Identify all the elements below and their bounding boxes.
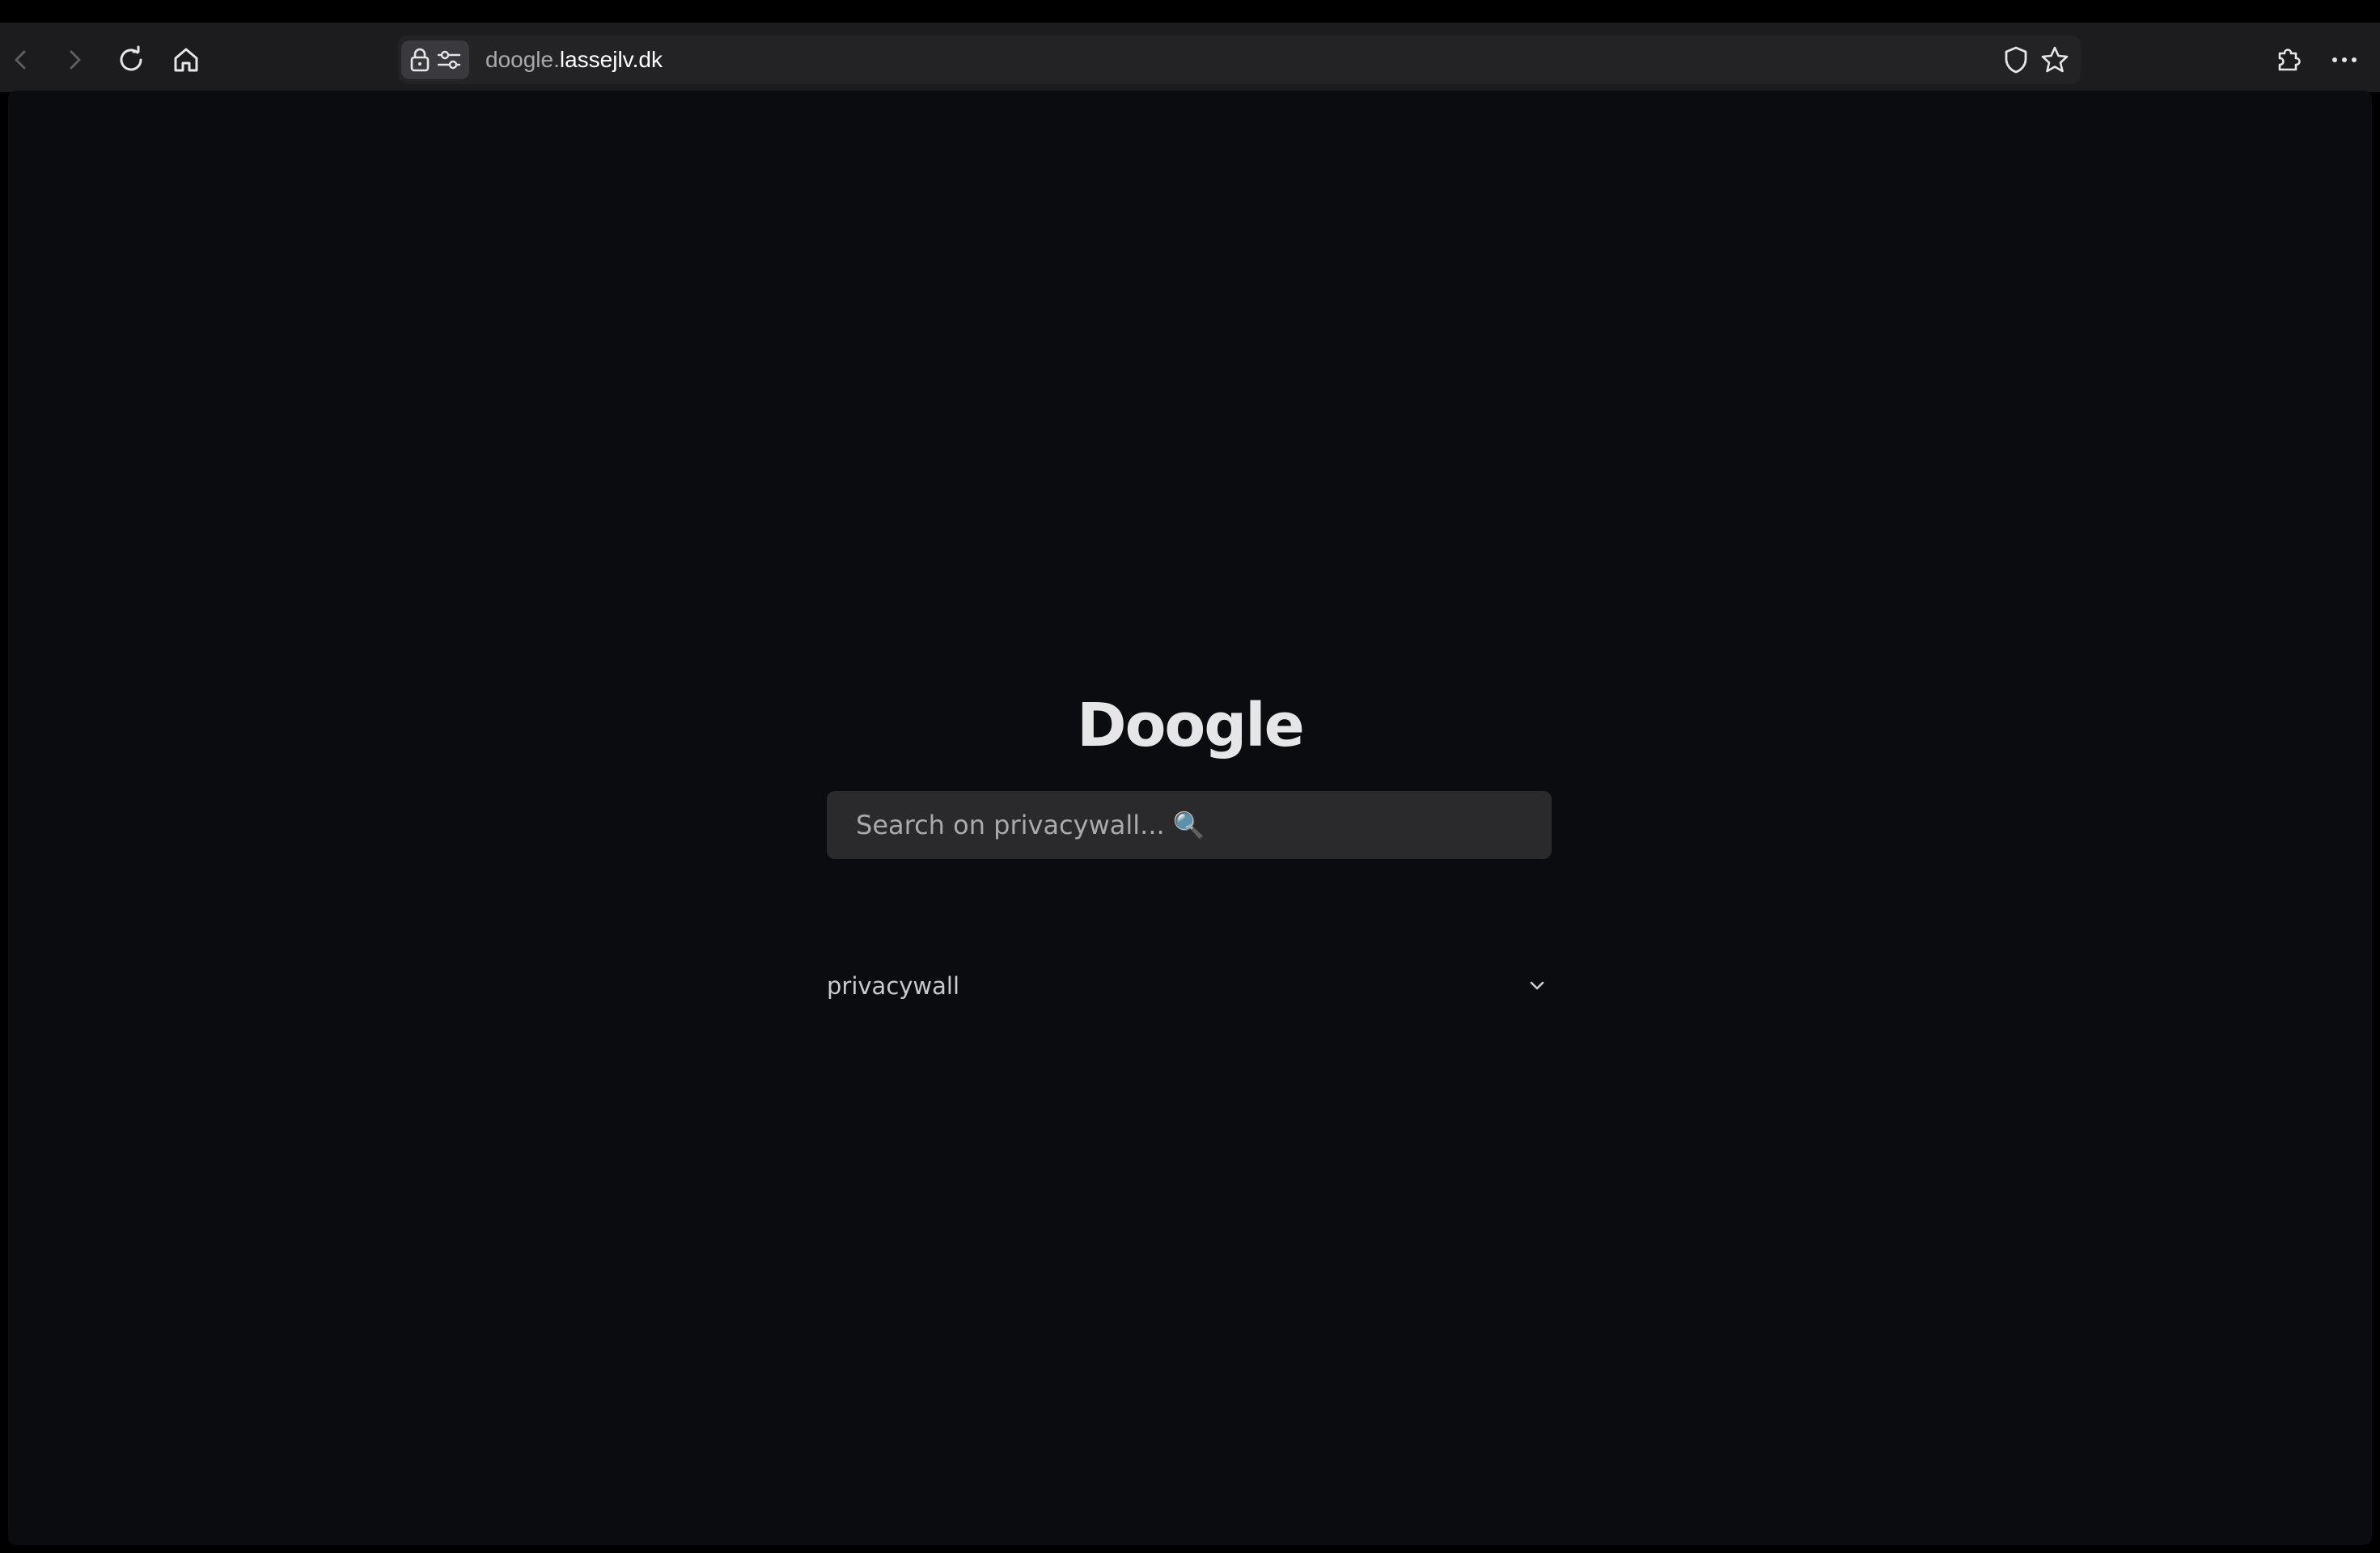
search-engine-dropdown[interactable]: privacywall xyxy=(827,967,1552,1005)
search-input[interactable] xyxy=(854,809,1524,841)
url-subdomain: doogle. xyxy=(485,47,560,72)
home-button[interactable] xyxy=(165,39,207,81)
back-button[interactable] xyxy=(0,39,42,81)
reload-icon xyxy=(120,45,142,71)
doogle-logo: Doogle xyxy=(1077,691,1305,760)
menu-button[interactable] xyxy=(2323,39,2365,81)
search-box[interactable] xyxy=(827,791,1552,859)
shield-icon xyxy=(2005,46,2027,74)
chevron-right-icon xyxy=(70,50,81,70)
reload-button[interactable] xyxy=(110,39,152,81)
lock-icon xyxy=(410,48,430,72)
sliders-icon xyxy=(437,50,461,70)
address-bar[interactable]: doogle.lassejlv.dk xyxy=(398,36,2081,84)
window-top-strip xyxy=(0,0,2380,23)
star-icon xyxy=(2041,46,2069,73)
chevron-left-icon xyxy=(15,50,26,70)
bookmark-button[interactable] xyxy=(2039,44,2071,76)
home-icon xyxy=(174,48,198,72)
site-info-button[interactable] xyxy=(401,40,469,79)
chevron-down-icon xyxy=(1530,981,1544,990)
url-text[interactable]: doogle.lassejlv.dk xyxy=(485,47,663,73)
url-domain: lassejlv.dk xyxy=(559,47,663,72)
page-content: Doogle privacywall xyxy=(8,91,2372,1545)
more-icon xyxy=(2332,57,2357,62)
puzzle-icon xyxy=(2278,49,2301,71)
search-engine-selected: privacywall xyxy=(827,972,960,1000)
extensions-button[interactable] xyxy=(2267,39,2309,81)
forward-button[interactable] xyxy=(53,39,95,81)
browser-toolbar: doogle.lassejlv.dk xyxy=(0,23,2380,92)
tracking-protection-button[interactable] xyxy=(2000,44,2032,76)
